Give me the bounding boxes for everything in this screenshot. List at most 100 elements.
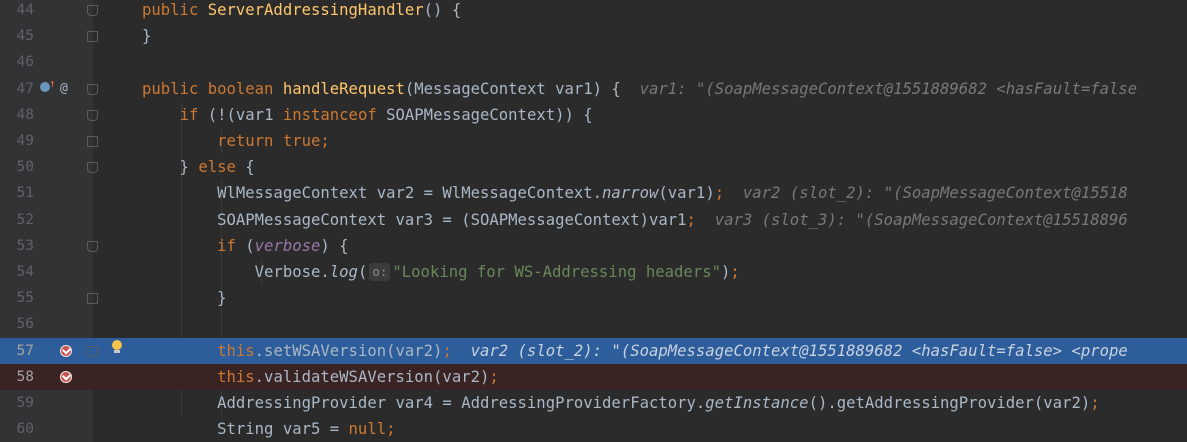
code-token: { xyxy=(245,158,255,177)
line-number: 59 xyxy=(16,395,34,411)
fold-close-icon[interactable] xyxy=(87,31,98,43)
code-token: String var5 = xyxy=(142,420,349,439)
code-line-55[interactable]: 55 } xyxy=(0,285,1187,312)
fold-open-icon[interactable] xyxy=(87,83,98,95)
code-line-59[interactable]: 59 AddressingProvider var4 = AddressingP… xyxy=(0,390,1187,417)
line-number: 50 xyxy=(16,159,34,176)
code-line-46[interactable]: 46 xyxy=(0,49,1187,76)
code-line-45[interactable]: 45} xyxy=(0,23,1187,50)
code-token: handleRequest xyxy=(282,79,405,98)
fold-close-icon[interactable] xyxy=(87,293,98,305)
line-number: 48 xyxy=(16,106,34,123)
code-line-60[interactable]: 60 String var5 = null; xyxy=(0,416,1187,442)
code-token: } xyxy=(142,289,227,308)
code-line-57[interactable]: 57 this.setWSAVersion(var2); var2 (slot_… xyxy=(0,337,1187,364)
code-text[interactable]: String var5 = null; xyxy=(142,416,395,442)
code-line-51[interactable]: 51 WlMessageContext var2 = WlMessageCont… xyxy=(0,180,1187,207)
code-token: SOAPMessageContext)) { xyxy=(386,105,593,124)
code-token: (var1) xyxy=(658,184,715,203)
code-token: () { xyxy=(423,1,462,19)
code-token: (!(var1 xyxy=(207,105,283,124)
fold-open-icon[interactable] xyxy=(87,240,98,252)
code-text[interactable]: } xyxy=(142,23,151,49)
fold-open-icon[interactable] xyxy=(87,5,98,16)
code-text[interactable]: } xyxy=(142,285,227,311)
code-text[interactable]: if (!(var1 instanceof SOAPMessageContext… xyxy=(142,102,593,128)
code-token: verbose xyxy=(254,236,321,255)
code-line-58[interactable]: 58 this.validateWSAVersion(var2); xyxy=(0,363,1187,390)
code-token: ( xyxy=(245,236,255,255)
code-token: public xyxy=(142,79,208,98)
line-number: 58 xyxy=(16,368,34,385)
code-text[interactable]: public boolean handleRequest(MessageCont… xyxy=(142,76,1137,102)
code-token: getInstance xyxy=(705,394,809,412)
code-token: ) xyxy=(720,263,731,281)
fold-open-icon[interactable] xyxy=(87,109,98,121)
code-token: this xyxy=(217,341,255,360)
code-text[interactable]: this.setWSAVersion(var2); var2 (slot_2):… xyxy=(142,338,1128,364)
code-token: WlMessageContext var2 = WlMessageContext… xyxy=(142,184,603,203)
inline-debug-value: var2 (slot_2): "(SoapMessageContext@1551… xyxy=(724,184,1128,203)
code-line-56[interactable]: 56 xyxy=(0,311,1187,338)
fold-close-icon[interactable] xyxy=(87,136,98,147)
code-line-47[interactable]: 47 ↑ @ public boolean handleRequest(Message… xyxy=(0,75,1187,102)
code-token: ().getAddressingProvider(var2) xyxy=(808,394,1091,412)
code-line-53[interactable]: 53 if (verbose) { xyxy=(0,232,1187,259)
code-token: (MessageContext var1) { xyxy=(404,79,640,98)
code-text[interactable]: Verbose.log(o: "Looking for WS-Addressing… xyxy=(142,259,740,285)
inline-debug-value: var1: "(SoapMessageContext@1551889682 <h… xyxy=(639,79,1138,98)
code-token: } xyxy=(142,27,152,46)
code-line-50[interactable]: 50 } else { xyxy=(0,154,1187,181)
code-text[interactable]: } else { xyxy=(142,154,255,180)
code-token: ; xyxy=(1090,394,1100,412)
line-number: 56 xyxy=(16,316,34,333)
code-token: narrow xyxy=(602,184,659,203)
line-number: 55 xyxy=(16,290,34,307)
line-number: 46 xyxy=(16,54,34,71)
code-token: } xyxy=(142,158,199,177)
code-token: boolean xyxy=(207,79,283,98)
code-token: ; xyxy=(686,210,696,229)
inline-debug-value: var2 (slot_2): "(SoapMessageContext@1551… xyxy=(451,341,1128,360)
code-text[interactable]: this.validateWSAVersion(var2); xyxy=(142,364,499,390)
code-token: ) { xyxy=(320,236,349,255)
code-token: return true; xyxy=(217,132,330,150)
code-text[interactable]: WlMessageContext var2 = WlMessageContext… xyxy=(142,180,1128,206)
code-token: Verbose. xyxy=(142,263,330,281)
code-line-52[interactable]: 52 SOAPMessageContext var3 = (SOAPMessag… xyxy=(0,206,1187,233)
code-line-44[interactable]: 44 public ServerAddressingHandler() { xyxy=(0,0,1187,24)
code-text[interactable]: public ServerAddressingHandler() { xyxy=(142,0,461,23)
breakpoint-check-icon[interactable] xyxy=(60,344,72,357)
code-token: ; xyxy=(730,263,740,281)
code-token: log xyxy=(329,263,358,281)
inline-debug-value: var3 (slot_3): "(SoapMessageContext@1551… xyxy=(695,210,1128,229)
line-number: 49 xyxy=(16,133,34,149)
parameter-hint: o: xyxy=(369,263,391,281)
code-token: ( xyxy=(357,263,368,281)
breakpoint-check-icon[interactable] xyxy=(60,370,72,383)
code-text[interactable]: SOAPMessageContext var3 = (SOAPMessageCo… xyxy=(142,207,1128,233)
code-token: instanceof xyxy=(282,105,387,124)
code-line-48[interactable]: 48 if (!(var1 instanceof SOAPMessageCont… xyxy=(0,101,1187,128)
fold-open-icon[interactable] xyxy=(87,345,98,357)
code-text[interactable]: AddressingProvider var4 = AddressingProv… xyxy=(142,390,1100,416)
code-text[interactable]: return true; xyxy=(142,128,330,154)
code-token: ; xyxy=(489,367,499,386)
code-token: "Looking for WS-Addressing headers" xyxy=(392,263,721,281)
override-arrow-icon: ↑ xyxy=(49,76,56,90)
code-line-49[interactable]: 49 return true; xyxy=(0,128,1187,155)
code-token: public xyxy=(142,1,208,19)
fold-open-icon[interactable] xyxy=(87,162,98,174)
lightbulb-icon[interactable] xyxy=(111,339,123,354)
line-number: 53 xyxy=(16,237,34,254)
code-editor[interactable]: 44 public ServerAddressingHandler() {45} 4… xyxy=(0,0,1187,442)
line-number: 54 xyxy=(16,264,34,280)
code-line-54[interactable]: 54 Verbose.log(o: "Looking for WS-Address… xyxy=(0,259,1187,286)
at-sign-icon[interactable]: @ xyxy=(60,81,68,96)
code-token: .validateWSAVersion(var2) xyxy=(254,367,490,386)
line-number: 57 xyxy=(16,342,34,359)
code-text[interactable]: if (verbose) { xyxy=(142,233,349,259)
code-token: if xyxy=(217,236,246,255)
